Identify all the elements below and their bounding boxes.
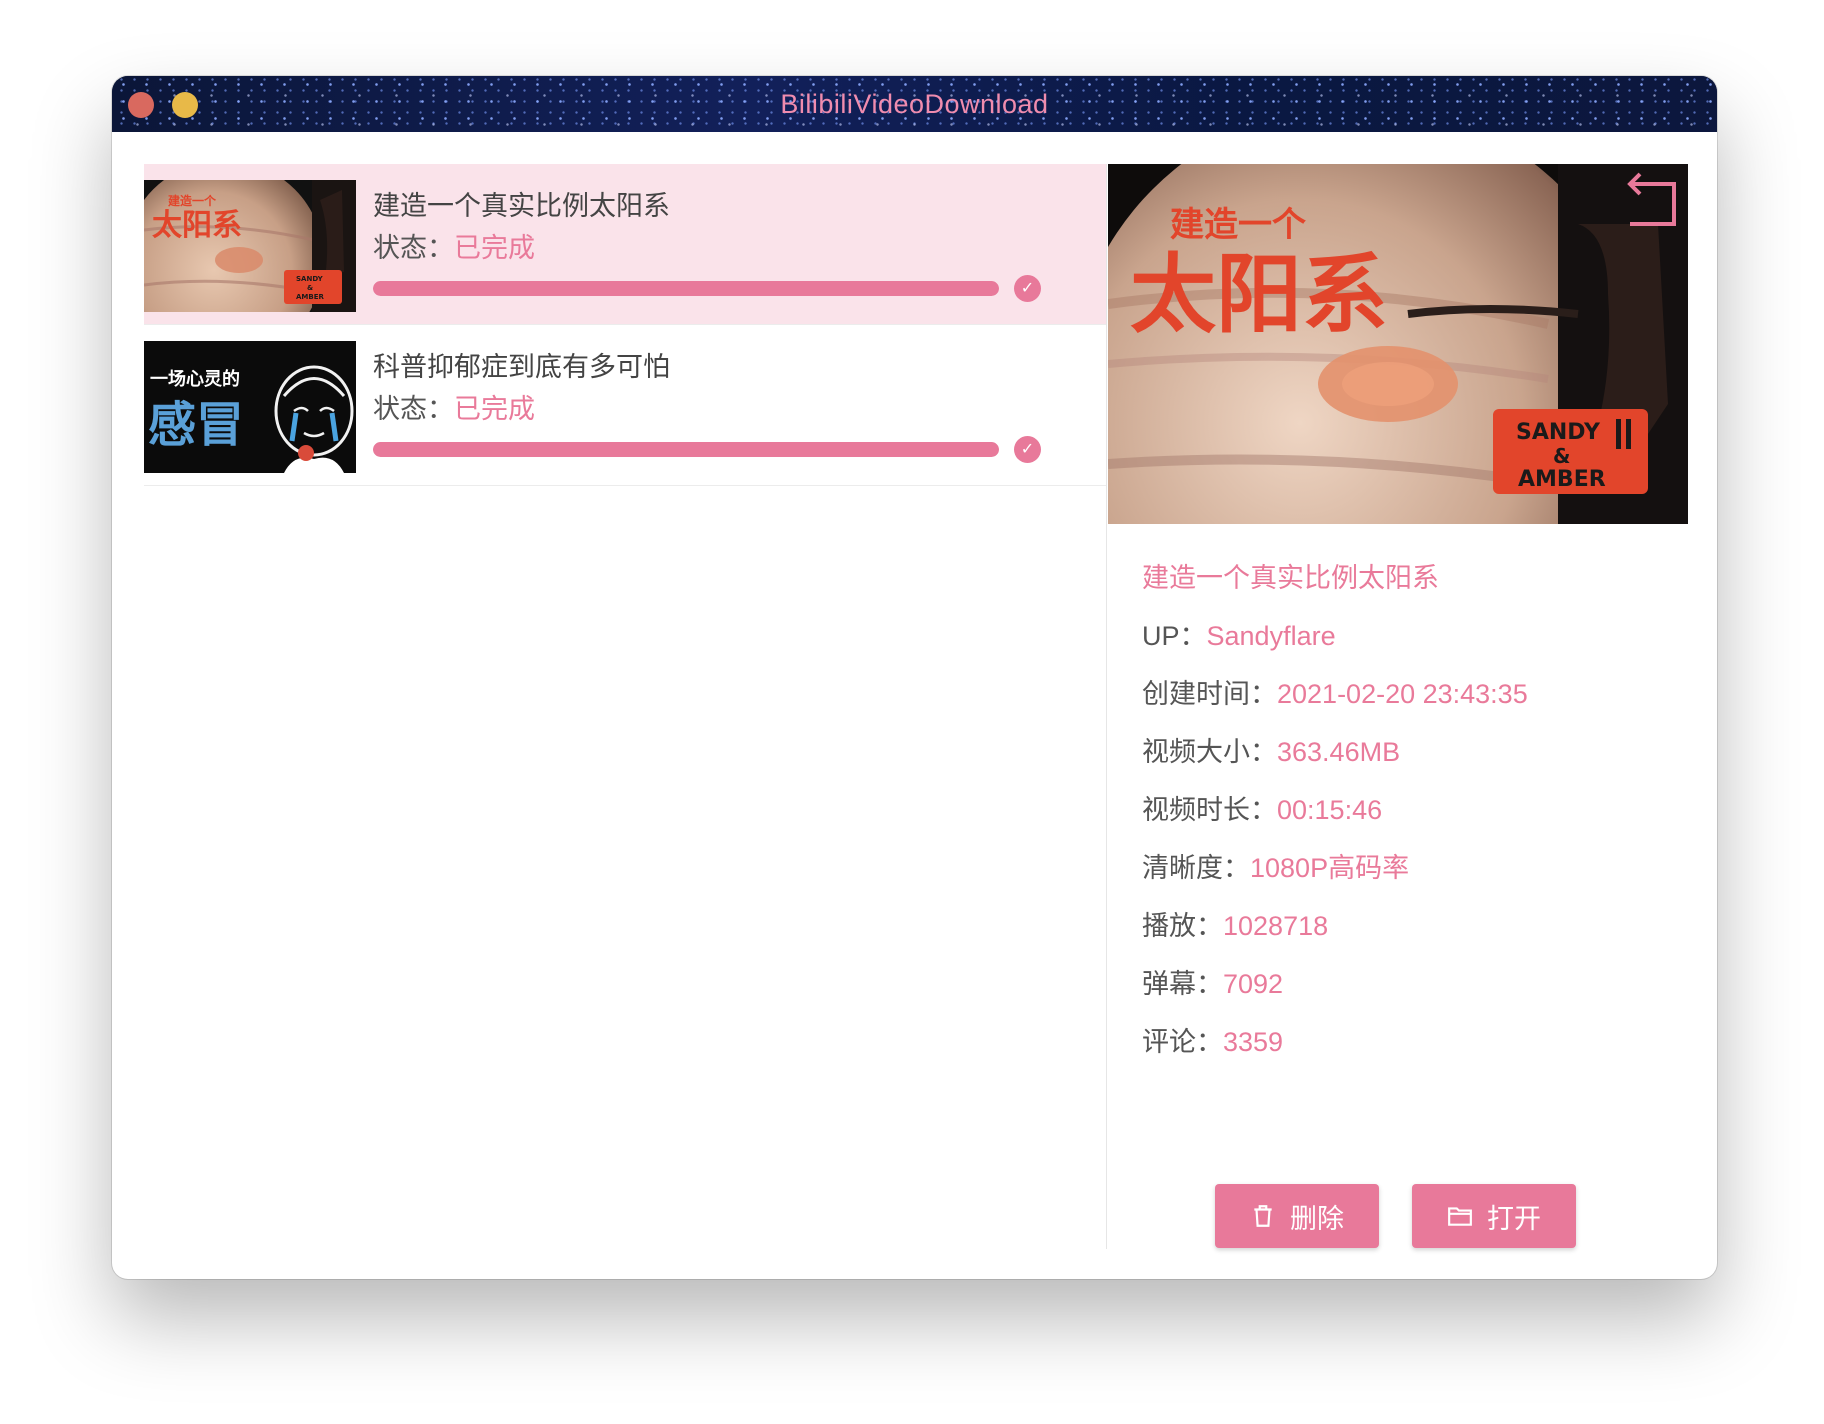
cover-badge-line: AMBER — [1518, 467, 1606, 492]
video-thumbnail: SANDY & AMBER 建造一个 太阳系 — [144, 180, 356, 312]
download-progress — [373, 442, 999, 457]
check-icon: ✓ — [1014, 275, 1041, 302]
back-button[interactable] — [1622, 170, 1682, 230]
cover-caption-big: 太阳系 — [1130, 245, 1388, 345]
delete-button[interactable]: 删除 — [1215, 1184, 1379, 1248]
progress-fill — [373, 442, 999, 457]
field-value: 363.46MB — [1277, 737, 1401, 767]
field-label: UP： — [1142, 621, 1207, 651]
delete-label: 删除 — [1290, 1203, 1344, 1234]
field-label: 视频时长： — [1142, 795, 1277, 825]
thumb-caption-big: 太阳系 — [152, 208, 242, 243]
app-title: BilibiliVideoDownload — [780, 89, 1049, 119]
field-value: 1080P高码率 — [1250, 853, 1410, 883]
thumb-badge-line: AMBER — [296, 293, 325, 301]
cover-caption-small: 建造一个 — [1170, 205, 1306, 245]
field-value: 7092 — [1223, 969, 1284, 999]
back-icon — [1627, 172, 1676, 226]
thumb-caption-big: 感冒 — [148, 397, 244, 453]
progress-fill — [373, 281, 999, 296]
title-bar[interactable]: BilibiliVideoDownload — [112, 76, 1717, 132]
status-value: 已完成 — [454, 233, 535, 263]
field-label: 弹幕： — [1142, 969, 1223, 999]
field-label: 评论： — [1142, 1027, 1223, 1057]
thumb-badge-line: & — [307, 284, 313, 292]
download-list: SANDY & AMBER 建造一个 太阳系 建造一个真实比例太阳系 状态：已完… — [144, 164, 1106, 486]
field-label: 视频大小： — [1142, 737, 1277, 767]
detail-quality: 清晰度：1080P高码率 — [1142, 846, 1409, 885]
field-value: 00:15:46 — [1277, 795, 1383, 825]
detail-danmaku: 弹幕：7092 — [1142, 962, 1283, 1001]
list-item[interactable]: SANDY & AMBER 建造一个 太阳系 建造一个真实比例太阳系 状态：已完… — [144, 164, 1106, 325]
video-status: 状态：已完成 — [373, 226, 535, 265]
status-label: 状态： — [373, 394, 454, 424]
cover-badge-line: & — [1553, 444, 1570, 468]
detail-views: 播放：1028718 — [1142, 904, 1328, 943]
app-window: BilibiliVideoDownload SANDY & AMBER 建造一个… — [112, 76, 1717, 1279]
field-value: 2021-02-20 23:43:35 — [1277, 679, 1528, 709]
detail-comments: 评论：3359 — [1142, 1020, 1283, 1059]
detail-up: UP：Sandyflare — [1142, 614, 1336, 653]
detail-video-size: 视频大小：363.46MB — [1142, 730, 1400, 769]
detail-title: 建造一个真实比例太阳系 — [1142, 563, 1439, 593]
video-title: 科普抑郁症到底有多可怕 — [373, 352, 670, 382]
thumb-caption-small: 建造一个 — [167, 193, 217, 208]
field-value: 3359 — [1223, 1027, 1284, 1057]
field-value: Sandyflare — [1206, 621, 1336, 651]
panel-divider — [1106, 164, 1107, 1249]
field-label: 清晰度： — [1142, 853, 1250, 883]
video-cover: SANDY & AMBER 建造一个 太阳系 — [1108, 164, 1688, 524]
status-label: 状态： — [373, 233, 454, 263]
download-progress — [373, 281, 999, 296]
video-thumbnail: 一场心灵的 感冒 — [144, 341, 356, 473]
video-title: 建造一个真实比例太阳系 — [373, 191, 670, 221]
trash-icon — [1254, 1205, 1272, 1227]
thumb-caption-small: 一场心灵的 — [150, 368, 240, 390]
video-status: 状态：已完成 — [373, 387, 535, 426]
list-item[interactable]: 一场心灵的 感冒 科普抑郁症到底有多可怕 状态：已完成 ✓ — [144, 325, 1106, 486]
folder-icon — [1448, 1207, 1472, 1226]
field-label: 播放： — [1142, 911, 1223, 941]
field-label: 创建时间： — [1142, 679, 1277, 709]
cover-badge-line: SANDY — [1516, 420, 1601, 445]
thumb-badge-line: SANDY — [296, 275, 324, 283]
detail-created-time: 创建时间：2021-02-20 23:43:35 — [1142, 672, 1528, 711]
status-value: 已完成 — [454, 394, 535, 424]
field-value: 1028718 — [1223, 911, 1329, 941]
check-icon: ✓ — [1014, 436, 1041, 463]
open-folder-button[interactable]: 打开 — [1412, 1184, 1576, 1248]
video-detail-panel: SANDY & AMBER 建造一个 太阳系 建造一个真实比例太阳系 UP：Sa… — [1108, 164, 1688, 1057]
detail-video-duration: 视频时长：00:15:46 — [1142, 788, 1382, 827]
open-label: 打开 — [1487, 1203, 1541, 1234]
